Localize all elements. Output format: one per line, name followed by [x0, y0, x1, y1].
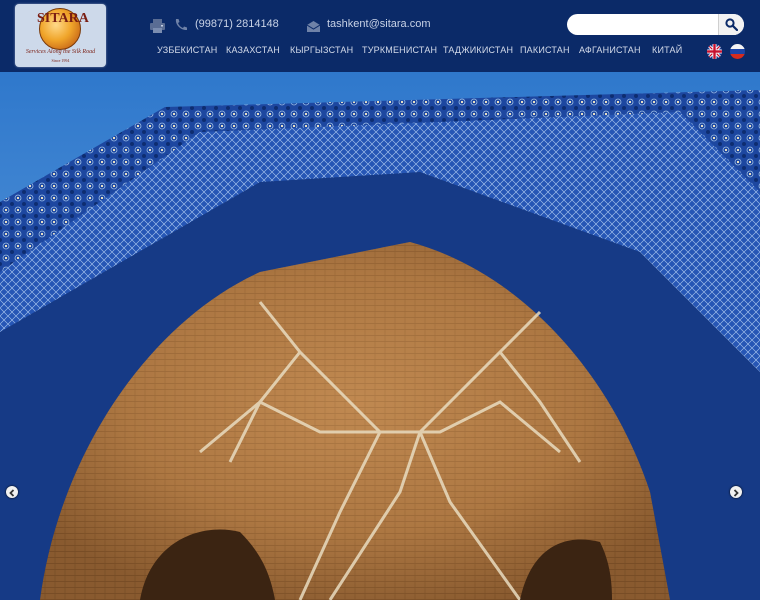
magnifier-icon [725, 18, 738, 31]
site-header: SITARA Services Along the Silk Road Sinc… [0, 0, 760, 72]
search-box [567, 14, 744, 35]
hero-slider-image [0, 72, 760, 600]
arrow-right-icon [733, 489, 739, 497]
madrasa-portal-photo [0, 72, 760, 600]
nav-item-tajikistan[interactable]: ТАДЖИКИСТАН [443, 45, 513, 55]
search-input[interactable] [573, 16, 713, 32]
nav-item-kyrgyzstan[interactable]: КЫРГЫЗСТАН [290, 45, 353, 55]
nav-item-turkmenistan[interactable]: ТУРКМЕНИСТАН [362, 45, 437, 55]
envelope-icon [306, 19, 321, 37]
nav-item-uzbekistan[interactable]: УЗБЕКИСТАН [157, 45, 217, 55]
logo-slogan: Services Along the Silk Road [25, 49, 96, 55]
logo-since: Since 1994 [51, 58, 70, 63]
nav-item-pakistan[interactable]: ПАКИСТАН [520, 45, 570, 55]
slider-next-button[interactable] [730, 486, 742, 498]
search-button[interactable] [718, 14, 744, 35]
nav-item-kazakhstan[interactable]: КАЗАХСТАН [226, 45, 280, 55]
printer-icon[interactable] [150, 19, 165, 38]
nav-item-china[interactable]: КИТАЙ [652, 45, 682, 55]
arrow-left-icon [9, 489, 15, 497]
russian-flag-icon[interactable] [730, 44, 745, 59]
nav-item-afghanistan[interactable]: АФГАНИСТАН [579, 45, 641, 55]
english-flag-icon[interactable] [707, 44, 722, 59]
main-nav: УЗБЕКИСТАН КАЗАХСТАН КЫРГЫЗСТАН ТУРКМЕНИ… [150, 45, 690, 61]
slider-prev-button[interactable] [6, 486, 18, 498]
logo-brand-name: SITARA [37, 11, 89, 26]
phone-icon [174, 18, 187, 36]
sitara-logo[interactable]: SITARA Services Along the Silk Road Sinc… [15, 4, 106, 67]
phone-number[interactable]: (99871) 2814148 [195, 16, 279, 32]
email-link[interactable]: tashkent@sitara.com [327, 16, 431, 32]
